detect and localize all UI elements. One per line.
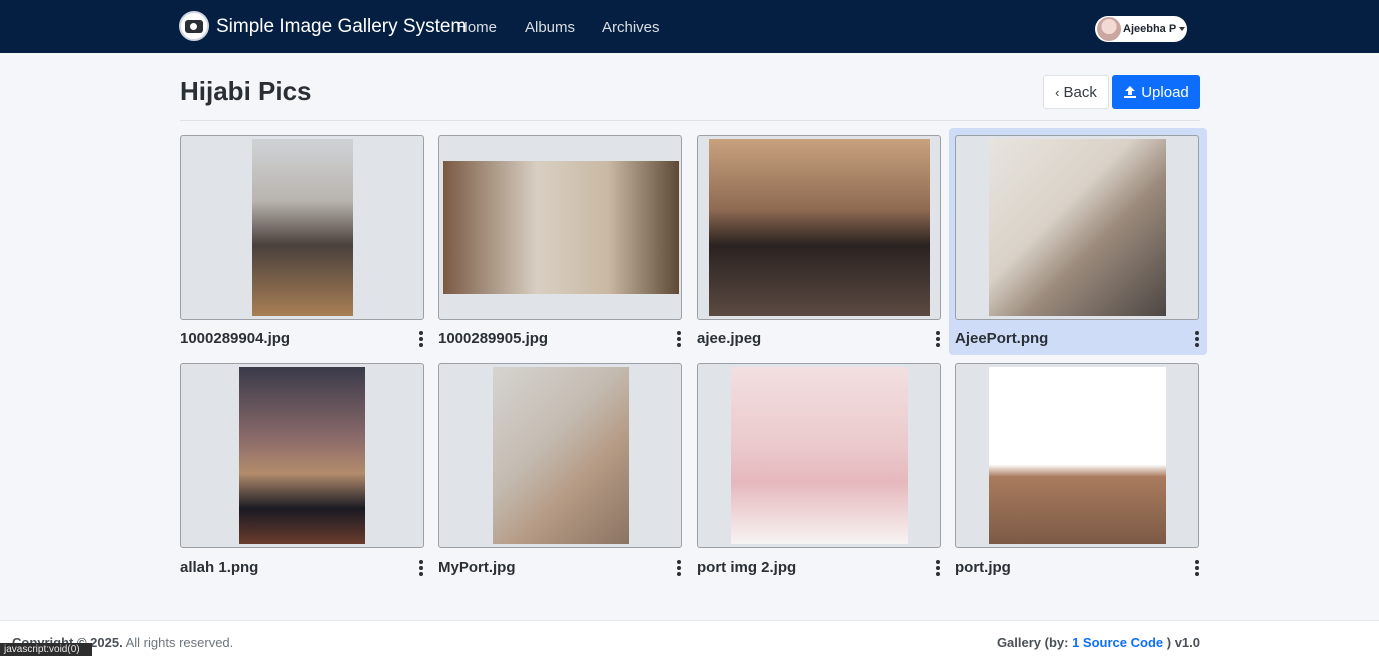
- footer-credits: Gallery (by: 1 Source Code ) v1.0: [997, 635, 1200, 650]
- image-filename[interactable]: port.jpg: [955, 559, 1011, 576]
- more-options-icon[interactable]: [1192, 330, 1202, 348]
- user-name: Ajeebha P: [1123, 23, 1177, 35]
- more-options-icon[interactable]: [416, 559, 426, 577]
- back-button-label: Back: [1063, 83, 1097, 101]
- nav-home-link[interactable]: Home: [457, 19, 497, 36]
- more-options-icon[interactable]: [933, 330, 943, 348]
- more-options-icon[interactable]: [1192, 559, 1202, 577]
- version-suffix: ) v1.0: [1166, 635, 1200, 650]
- header-divider: [180, 120, 1200, 121]
- image-thumbnail[interactable]: [955, 135, 1199, 320]
- rights-text: All rights reserved.: [125, 635, 234, 650]
- back-button[interactable]: ‹ Back: [1043, 75, 1109, 109]
- source-code-link[interactable]: 1 Source Code: [1072, 635, 1163, 650]
- upload-button-label: Upload: [1141, 83, 1189, 101]
- image-filename[interactable]: port img 2.jpg: [697, 559, 796, 576]
- nav-archives-link[interactable]: Archives: [602, 19, 660, 36]
- image-filename[interactable]: 1000289904.jpg: [180, 330, 290, 347]
- more-options-icon[interactable]: [416, 330, 426, 348]
- page-title: Hijabi Pics: [180, 76, 312, 106]
- camera-logo-icon[interactable]: [179, 11, 209, 41]
- nav-albums-link[interactable]: Albums: [525, 19, 575, 36]
- more-options-icon[interactable]: [674, 559, 684, 577]
- image-filename[interactable]: MyPort.jpg: [438, 559, 516, 576]
- footer: Copyright © 2025. All rights reserved. G…: [0, 620, 1379, 656]
- image-filename[interactable]: AjeePort.png: [955, 330, 1048, 347]
- image-filename[interactable]: allah 1.png: [180, 559, 258, 576]
- image-thumbnail[interactable]: [180, 135, 424, 320]
- user-menu-dropdown[interactable]: Ajeebha P: [1095, 16, 1187, 42]
- browser-status-bar: javascript:void(0): [0, 643, 92, 656]
- upload-icon: [1124, 86, 1137, 98]
- image-thumbnail[interactable]: [955, 363, 1199, 548]
- image-thumbnail[interactable]: [438, 363, 682, 548]
- gallery-credit-prefix: Gallery (by:: [996, 635, 1069, 650]
- image-thumbnail[interactable]: [438, 135, 682, 320]
- image-thumbnail[interactable]: [697, 135, 941, 320]
- image-filename[interactable]: ajee.jpeg: [697, 330, 761, 347]
- image-filename[interactable]: 1000289905.jpg: [438, 330, 548, 347]
- image-thumbnail[interactable]: [180, 363, 424, 548]
- upload-button[interactable]: Upload: [1112, 75, 1200, 109]
- top-navbar: Simple Image Gallery System Home Albums …: [0, 0, 1379, 53]
- caret-down-icon: [1179, 27, 1186, 31]
- brand-name[interactable]: Simple Image Gallery System: [216, 16, 466, 38]
- chevron-left-icon: ‹: [1055, 84, 1060, 100]
- avatar: [1097, 17, 1121, 41]
- more-options-icon[interactable]: [674, 330, 684, 348]
- image-thumbnail[interactable]: [697, 363, 941, 548]
- more-options-icon[interactable]: [933, 559, 943, 577]
